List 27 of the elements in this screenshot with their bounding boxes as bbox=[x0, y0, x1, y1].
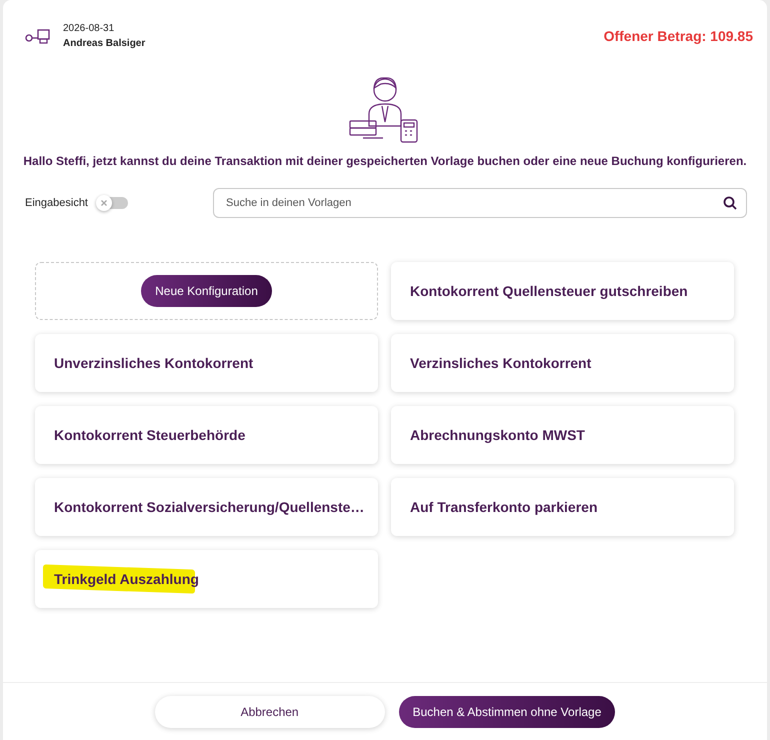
search-field[interactable]: Suche in deinen Vorlagen bbox=[213, 188, 747, 218]
template-label: Abrechnungskonto MWST bbox=[410, 427, 585, 443]
booking-date: 2026-08-31 bbox=[63, 23, 116, 34]
person-name: Andreas Balsiger bbox=[63, 38, 146, 49]
toggle-switch[interactable] bbox=[98, 197, 128, 209]
template-card[interactable]: Unverzinsliches Kontokorrent bbox=[35, 334, 378, 392]
new-configuration-button[interactable]: Neue Konfiguration bbox=[141, 275, 272, 307]
template-card[interactable]: Kontokorrent Quellensteuer gutschreiben bbox=[391, 262, 734, 320]
template-card[interactable]: Kontokorrent Sozialversicherung/Quellenste… bbox=[35, 478, 378, 536]
template-label: Auf Transferkonto parkieren bbox=[410, 499, 598, 515]
template-card[interactable]: Auf Transferkonto parkieren bbox=[391, 478, 734, 536]
template-card[interactable]: Abrechnungskonto MWST bbox=[391, 406, 734, 464]
template-label: Kontokorrent Sozialversicherung/Quellenste… bbox=[54, 499, 364, 515]
search-icon[interactable] bbox=[723, 196, 737, 210]
template-card[interactable]: Kontokorrent Steuerbehörde bbox=[35, 406, 378, 464]
template-label: Verzinsliches Kontokorrent bbox=[410, 355, 592, 371]
cancel-button[interactable]: Abbrechen bbox=[154, 696, 385, 728]
toggle-label: Eingabesicht bbox=[25, 197, 88, 209]
template-label: Kontokorrent Steuerbehörde bbox=[54, 427, 246, 443]
terminal-icon bbox=[25, 28, 51, 44]
template-label: Unverzinsliches Kontokorrent bbox=[54, 355, 254, 371]
close-icon bbox=[101, 200, 107, 206]
open-amount: Offener Betrag: 109.85 bbox=[604, 28, 753, 44]
template-card[interactable]: Verzinsliches Kontokorrent bbox=[391, 334, 734, 392]
greeting-text: Hallo Steffi, jetzt kannst du deine Transaktion mit deiner gespeicherten Vorlage buchen oder eine neue Buchung konfigurieren. bbox=[22, 154, 748, 168]
book-button[interactable]: Buchen & Abstimmen ohne Vorlage bbox=[398, 696, 616, 728]
template-label: Kontokorrent Quellensteuer gutschreiben bbox=[410, 283, 688, 299]
